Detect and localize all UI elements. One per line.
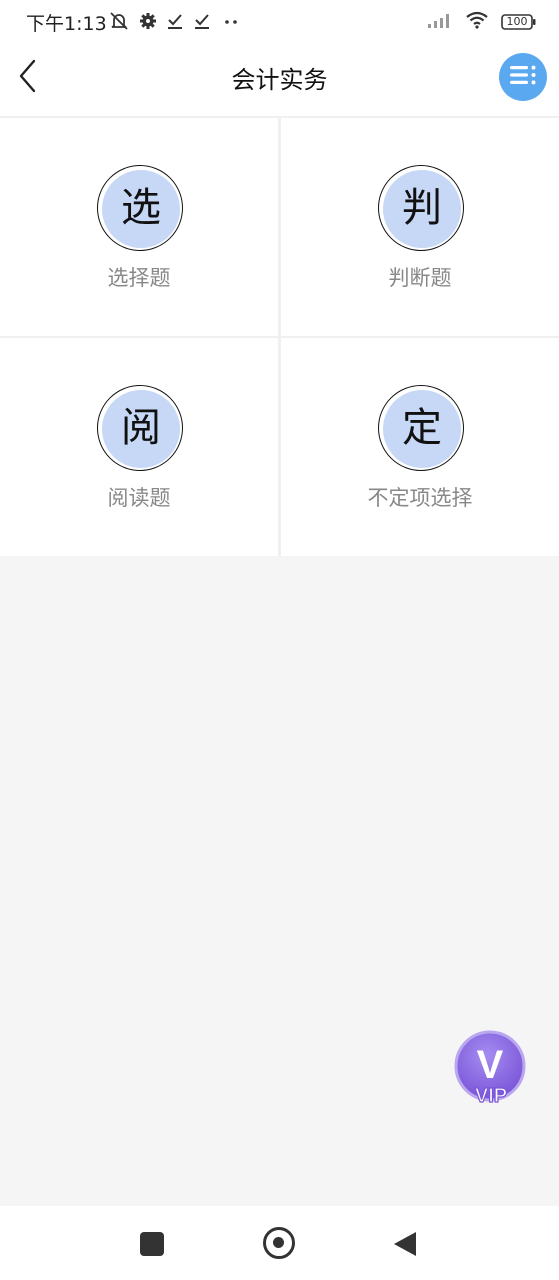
- signal-icon: [427, 11, 453, 33]
- true-false-icon: 判: [378, 165, 464, 251]
- indefinite-choice-icon: 定: [378, 385, 464, 471]
- more-dots-icon: [220, 12, 242, 34]
- mute-bell-icon: [108, 11, 130, 35]
- download-check-icon: [166, 12, 184, 34]
- page-title: 会计实务: [231, 66, 328, 94]
- gear-icon: [139, 12, 157, 34]
- vip-letter: V: [477, 1043, 504, 1087]
- category-label: 阅读题: [107, 486, 171, 510]
- vip-icon: V VIP: [454, 1030, 526, 1108]
- home-icon[interactable]: [263, 1227, 295, 1259]
- category-label: 选择题: [107, 266, 171, 290]
- download-check-icon: [193, 12, 211, 34]
- reading-icon: 阅: [97, 385, 183, 471]
- category-reading[interactable]: 阅 阅读题: [0, 338, 278, 556]
- vip-label: VIP: [475, 1085, 507, 1104]
- list-menu-icon: [508, 63, 538, 91]
- system-nav-bar: [0, 1206, 559, 1280]
- category-choice[interactable]: 选 选择题: [0, 118, 278, 336]
- screen: 下午1:13 100 会计实务 选 选择题 判 判断题 阅 阅读题 定 不定项选…: [0, 0, 559, 1280]
- category-grid: 选 选择题 判 判断题 阅 阅读题 定 不定项选择: [0, 116, 559, 556]
- category-indefinite-choice[interactable]: 定 不定项选择: [281, 338, 559, 556]
- status-bar: 下午1:13 100: [0, 0, 559, 42]
- category-true-false[interactable]: 判 判断题: [281, 118, 559, 336]
- status-time: 下午1:13: [26, 13, 107, 35]
- menu-button[interactable]: [499, 53, 547, 101]
- choice-icon: 选: [97, 165, 183, 251]
- app-header: 会计实务: [0, 42, 559, 116]
- category-label: 不定项选择: [367, 486, 473, 510]
- category-label: 判断题: [388, 266, 452, 290]
- status-system-icons: 100: [427, 11, 537, 33]
- back-icon[interactable]: [394, 1232, 416, 1256]
- vip-button[interactable]: V VIP: [454, 1030, 528, 1108]
- recent-apps-icon[interactable]: [140, 1232, 164, 1256]
- battery-icon: 100: [501, 13, 537, 31]
- battery-level: 100: [506, 15, 528, 28]
- wifi-icon: [465, 11, 489, 33]
- status-notification-icons: [108, 11, 242, 35]
